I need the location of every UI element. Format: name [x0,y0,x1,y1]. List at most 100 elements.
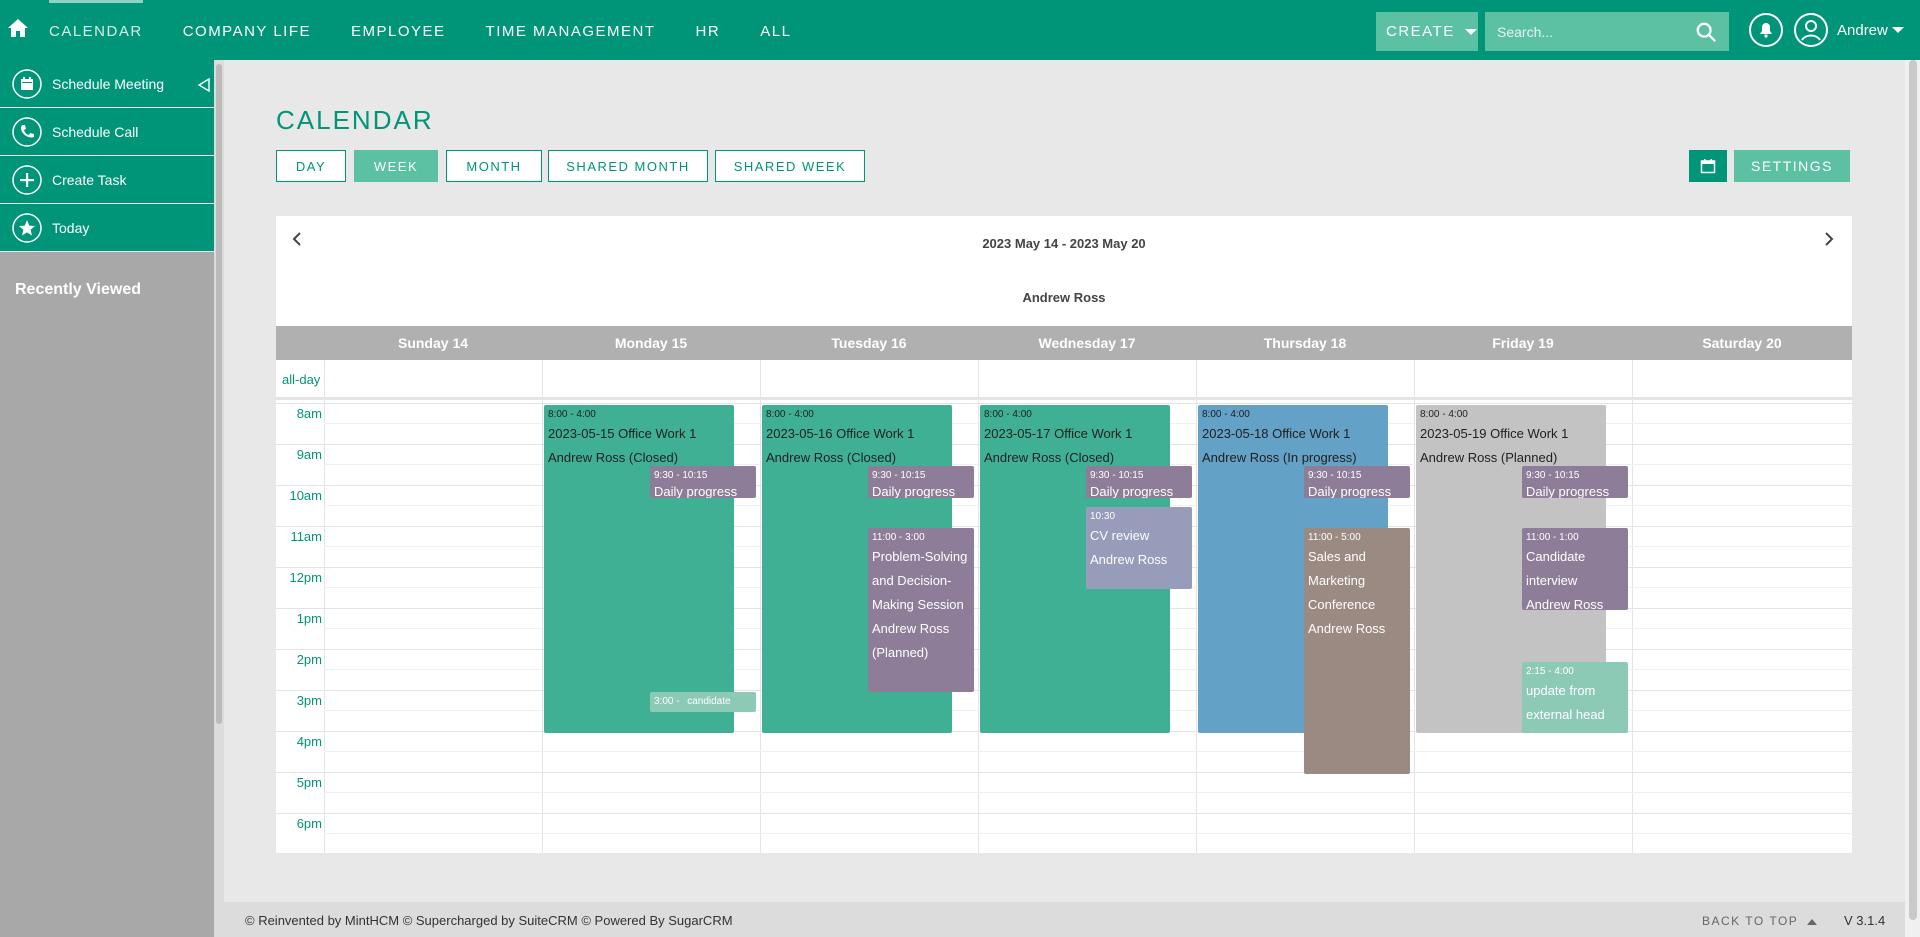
calendar-event[interactable]: 10:30 CV review Andrew Ross [1086,507,1192,589]
event-time: 11:00 - 1:00 [1526,532,1579,543]
time-grid: 8am 9am 10am 11am 12pm 1pm 2pm 3pm 4pm 5… [276,403,1852,853]
hour-label: 12pm [289,570,322,585]
day-header: Tuesday 16 [831,335,907,351]
calendar-event[interactable]: 3:00 - candidate phone [650,692,756,712]
event-time: 11:00 - 5:00 [1308,532,1361,543]
nav-calendar[interactable]: CALENDAR [49,0,143,60]
event-title: 2023-05-15 Office Work 1 [548,426,697,441]
back-to-top-link[interactable]: BACK TO TOP [1702,914,1817,928]
hour-label: 10am [289,488,322,503]
page-scrollbar[interactable] [1905,60,1920,937]
hour-label: 3pm [296,693,322,708]
half-hour-line [324,751,1852,752]
sidebar-scrollbar[interactable] [214,60,224,937]
calendar-user-name: Andrew Ross [1022,290,1106,305]
event-time: 9:30 - 10:15 [872,470,926,481]
calendar-event[interactable]: 9:30 - 10:15 Daily progress [1522,466,1628,498]
hour-label: 6pm [296,816,322,831]
create-label: CREATE [1386,23,1455,40]
calendar-event[interactable]: 9:30 - 10:15 Daily progress [1086,466,1192,498]
event-time: 9:30 - 10:15 [654,470,708,481]
event-time: 10:30 [1090,511,1116,522]
search-box [1485,12,1729,51]
calendar-event[interactable]: 9:30 - 10:15 Daily progress [868,466,974,498]
date-picker-button[interactable] [1689,150,1727,182]
sidebar-item-today[interactable]: Today [0,204,214,252]
sidebar-item-schedule-call[interactable]: Schedule Call [0,108,214,156]
sidebar-item-label: Create Task [52,171,127,188]
sidebar-scrollbar-thumb[interactable] [216,64,222,724]
plus-icon [12,164,42,195]
hour-label: 2pm [296,652,322,667]
view-month-button[interactable]: MONTH [446,150,542,182]
page-scrollbar-thumb[interactable] [1909,60,1917,920]
hour-label: 4pm [296,734,322,749]
hour-label: 1pm [296,611,322,626]
notifications-bell-icon[interactable] [1748,12,1784,48]
back-to-top-label: BACK TO TOP [1702,914,1799,928]
day-header: Friday 19 [1492,335,1554,351]
star-icon [12,212,42,243]
event-title: 2023-05-17 Office Work 1 [984,426,1133,441]
create-button[interactable]: CREATE [1376,12,1478,51]
view-day-button[interactable]: DAY [276,150,346,182]
calendar-panel: 2023 May 14 - 2023 May 20 Andrew Ross Su… [276,216,1852,853]
view-week-button[interactable]: WEEK [354,150,438,182]
hour-line [276,772,1852,773]
view-shared-month-button[interactable]: SHARED MONTH [548,150,708,182]
event-title: Daily progress [1526,484,1610,498]
user-name: Andrew [1837,21,1888,39]
nav-company-life[interactable]: COMPANY LIFE [183,0,311,60]
chevron-down-icon [1464,28,1477,35]
event-time: 8:00 - 4:00 [1202,409,1250,420]
view-shared-week-button[interactable]: SHARED WEEK [715,150,865,182]
hour-line [276,403,1852,404]
collapse-sidebar-icon[interactable] [197,78,211,92]
event-title: Daily progress [872,484,956,498]
calendar-event[interactable]: 8:00 - 4:00 2023-05-15 Office Work 1 And… [544,405,734,733]
version-label: V 3.1.4 [1844,913,1886,928]
sidebar-item-schedule-meeting[interactable]: Schedule Meeting [0,60,214,108]
sidebar-item-label: Today [52,219,90,236]
nav-all[interactable]: ALL [760,0,791,60]
home-icon[interactable] [6,16,30,40]
day-header: Monday 15 [614,335,688,351]
all-day-label: all-day [282,372,321,387]
search-input[interactable] [1485,12,1685,51]
sidebar-item-create-task[interactable]: Create Task [0,156,214,204]
nav-time-management[interactable]: TIME MANAGEMENT [486,0,656,60]
calendar-event[interactable]: 11:00 - 5:00 Sales and Marketing Confere… [1304,528,1410,774]
day-header: Sunday 14 [397,335,469,351]
nav-hr[interactable]: HR [696,0,721,60]
calendar-icon [1700,159,1716,174]
event-title: CV review Andrew Ross [1090,528,1168,567]
calendar-event[interactable]: 11:00 - 1:00 Candidate interview Andrew … [1522,528,1628,610]
day-header: Thursday 18 [1263,335,1347,351]
event-time: 8:00 - 4:00 [766,409,814,420]
nav-employee[interactable]: EMPLOYEE [351,0,446,60]
hour-line [276,813,1852,814]
sidebar-item-label: Schedule Meeting [52,75,165,92]
top-navigation-bar: CALENDAR COMPANY LIFE EMPLOYEE TIME MANA… [0,0,1920,60]
user-avatar-icon [1794,13,1828,47]
chevron-right-icon[interactable] [1822,232,1836,246]
day-header: Wednesday 17 [1038,335,1136,351]
event-time: 9:30 - 10:15 [1526,470,1580,481]
user-menu[interactable]: Andrew [1793,12,1904,48]
sidebar-item-label: Schedule Call [52,123,139,140]
calendar-event[interactable]: 2:15 - 4:00 update from external head [1522,662,1628,733]
settings-button[interactable]: SETTINGS [1734,150,1850,182]
event-title: update from external head [1526,683,1605,722]
calendar-event[interactable]: 11:00 - 3:00 Problem-Solving and Decisio… [868,528,974,692]
hour-label: 5pm [296,775,322,790]
event-time: 9:30 - 10:15 [1090,470,1144,481]
event-title: Problem-Solving and Decision-Making Sess… [872,549,968,660]
calendar-event[interactable]: 9:30 - 10:15 Daily progress [650,466,756,498]
recently-viewed-heading: Recently Viewed [15,281,141,298]
footer-credits: © Reinvented by MintHCM © Supercharged b… [245,913,733,928]
footer: © Reinvented by MintHCM © Supercharged b… [224,902,1920,937]
calendar-event[interactable]: 9:30 - 10:15 Daily progress [1304,466,1410,498]
event-title: Sales and Marketing Conference Andrew Ro… [1308,549,1386,636]
date-range-label: 2023 May 14 - 2023 May 20 [982,236,1146,251]
search-icon[interactable] [1695,21,1717,43]
